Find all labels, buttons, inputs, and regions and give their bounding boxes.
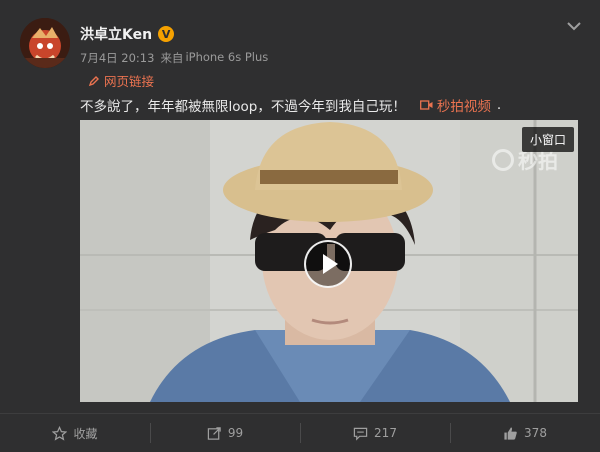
link-pen-icon	[88, 75, 99, 86]
avatar[interactable]	[20, 18, 70, 68]
favorite-label: 收藏	[73, 426, 98, 441]
video-player[interactable]: 秒拍 小窗口	[80, 120, 578, 402]
repost-count: 99	[227, 426, 244, 440]
comment-icon	[353, 427, 368, 441]
favorite-button[interactable]: 收藏	[0, 414, 150, 452]
like-count: 378	[524, 426, 547, 440]
post-body: 不多說了，年年都被無限loop，不過今年到我自己玩！	[80, 99, 406, 115]
mini-window-button[interactable]: 小窗口	[521, 127, 574, 152]
star-icon	[52, 425, 68, 441]
share-icon	[207, 426, 221, 440]
video-link[interactable]: 秒拍视频	[419, 95, 491, 115]
post-text: 不多說了，年年都被無限loop，不過今年到我自己玩！ 秒拍视频 .	[80, 95, 501, 115]
action-bar: 收藏 99 217 378	[0, 413, 600, 452]
source-device: iPhone 6s Plus	[185, 50, 269, 64]
video-camera-icon	[419, 100, 433, 110]
verified-badge-icon: V	[158, 26, 175, 42]
username[interactable]: 洪卓立Ken	[80, 24, 152, 44]
weibo-post-card: 洪卓立Ken V 7月4日 20:13 来自 iPhone 6s Plus 网页…	[0, 0, 600, 451]
watermark-camera-icon	[492, 148, 514, 171]
repost-button[interactable]: 99	[150, 414, 300, 452]
play-button[interactable]	[304, 240, 352, 288]
web-link[interactable]: 网页链接	[88, 71, 154, 90]
trailing-dot: .	[496, 97, 502, 113]
post-meta: 7月4日 20:13 来自 iPhone 6s Plus	[80, 50, 268, 66]
post-date[interactable]: 7月4日 20:13	[80, 50, 154, 66]
like-icon	[504, 426, 517, 440]
username-row: 洪卓立Ken V	[80, 24, 175, 44]
source-prefix: 来自	[160, 51, 184, 65]
video-link-label: 秒拍视频	[436, 99, 491, 115]
chevron-down-icon[interactable]	[566, 18, 582, 32]
comment-count: 217	[374, 426, 397, 440]
like-button[interactable]: 378	[450, 414, 600, 452]
comment-button[interactable]: 217	[300, 414, 450, 452]
web-link-label: 网页链接	[104, 74, 155, 89]
